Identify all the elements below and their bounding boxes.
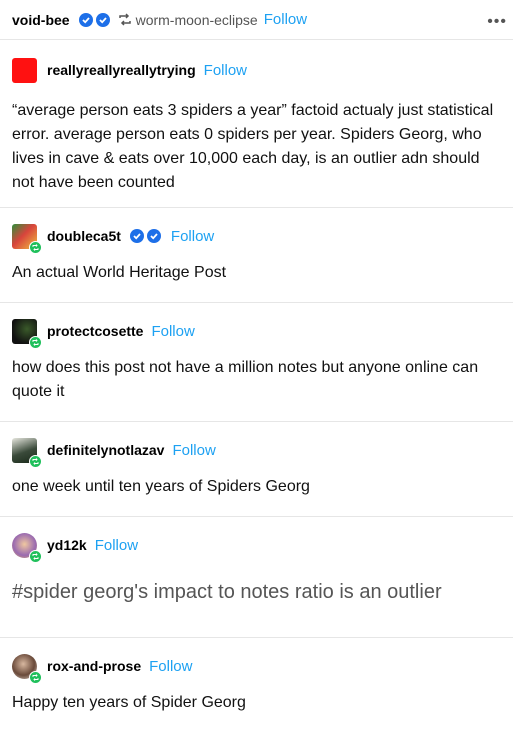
avatar[interactable] xyxy=(12,437,42,468)
follow-button[interactable]: Follow xyxy=(95,537,138,554)
follow-button[interactable]: Follow xyxy=(172,442,215,459)
username[interactable]: doubleca5t xyxy=(47,228,121,244)
follow-button[interactable]: Follow xyxy=(149,658,192,675)
entry-text: one week until ten years of Spiders Geor… xyxy=(12,478,310,495)
avatar[interactable] xyxy=(12,223,42,254)
follow-button[interactable]: Follow xyxy=(264,11,307,28)
reblog-entry: yd12k Follow #spider georg's impact to n… xyxy=(0,517,513,638)
verified-badges xyxy=(127,229,161,243)
reblog-badge-icon xyxy=(29,240,42,254)
entry-text: “average person eats 3 spiders a year” f… xyxy=(12,102,494,191)
post-header: void-bee worm-moon-eclipse Follow ••• xyxy=(0,0,513,40)
reblog-badge-icon xyxy=(29,670,42,684)
follow-button[interactable]: Follow xyxy=(151,323,194,340)
username[interactable]: protectcosette xyxy=(47,323,143,339)
entry-header: reallyreallyreallytrying Follow xyxy=(12,56,501,84)
entry-header: rox-and-prose Follow xyxy=(12,652,501,684)
reblogged-from-link[interactable]: worm-moon-eclipse xyxy=(136,12,258,28)
verified-icon xyxy=(95,12,110,27)
entry-text: An actual World Heritage Post xyxy=(12,264,227,281)
reblog-entry: rox-and-prose Follow Happy ten years of … xyxy=(0,638,513,728)
avatar[interactable] xyxy=(12,532,42,563)
reblog-badge-icon xyxy=(29,335,42,349)
reblog-badge-icon xyxy=(29,454,42,468)
reblog-badge-icon xyxy=(29,549,42,563)
avatar[interactable] xyxy=(12,57,37,83)
entry-tag[interactable]: #spider georg's impact to notes ratio is… xyxy=(12,581,501,604)
reblog-entry: protectcosette Follow how does this post… xyxy=(0,303,513,422)
username[interactable]: rox-and-prose xyxy=(47,658,141,674)
entry-header: yd12k Follow xyxy=(12,531,501,563)
avatar[interactable] xyxy=(12,318,42,349)
post-author[interactable]: void-bee xyxy=(12,12,70,28)
entry-header: definitelynotlazav Follow xyxy=(12,436,501,468)
verified-icon xyxy=(146,229,161,243)
verified-icon xyxy=(129,229,144,243)
username[interactable]: definitelynotlazav xyxy=(47,442,164,458)
follow-button[interactable]: Follow xyxy=(171,228,214,245)
entry-header: doubleca5t Follow xyxy=(12,222,501,254)
verified-badges xyxy=(76,12,110,27)
reblog-entry: reallyreallyreallytrying Follow “average… xyxy=(0,40,513,208)
username[interactable]: yd12k xyxy=(47,537,87,553)
reblog-icon xyxy=(118,13,132,26)
more-options-icon[interactable]: ••• xyxy=(487,13,507,31)
avatar[interactable] xyxy=(12,653,42,684)
username[interactable]: reallyreallyreallytrying xyxy=(47,62,196,78)
entry-text: Happy ten years of Spider Georg xyxy=(12,694,246,711)
reblog-entry: definitelynotlazav Follow one week until… xyxy=(0,422,513,517)
entry-header: protectcosette Follow xyxy=(12,317,501,349)
verified-icon xyxy=(78,12,93,27)
entry-text: how does this post not have a million no… xyxy=(12,359,479,400)
follow-button[interactable]: Follow xyxy=(204,62,247,79)
reblog-entry: doubleca5t Follow An actual World Herita… xyxy=(0,208,513,303)
